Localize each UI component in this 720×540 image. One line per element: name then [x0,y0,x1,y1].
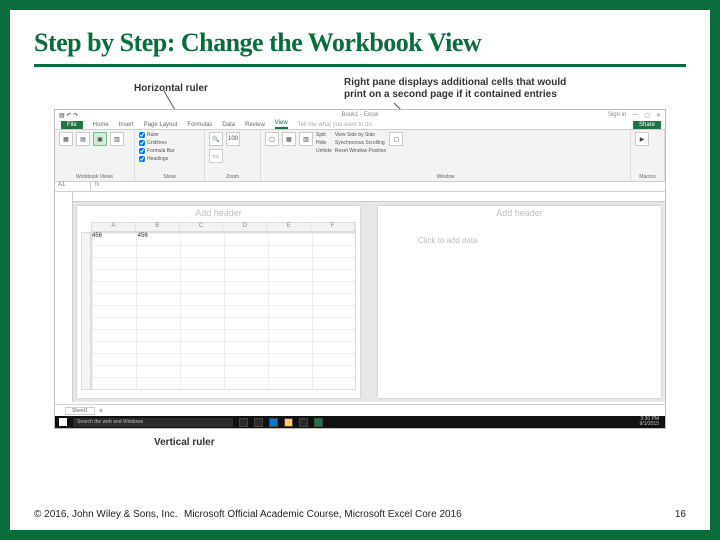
column-headers: A B C D E F [91,222,356,232]
group-window: Window [265,174,626,180]
callout-right-pane: Right pane displays additional cells tha… [344,77,574,100]
tab-view[interactable]: View [275,120,288,129]
add-header-placeholder[interactable]: Add header [77,208,360,218]
pagelayout-view-button[interactable]: ▣ [93,132,107,146]
start-button[interactable] [59,418,67,426]
add-sheet-button[interactable]: ⊕ [99,408,103,414]
row-headers [81,232,91,390]
minimize-icon[interactable]: — [632,112,638,119]
col-d[interactable]: D [223,223,267,231]
group-macros: Macros [635,174,660,180]
custom-views-button[interactable]: ▥ [110,132,124,146]
unhide-button[interactable]: Unhide [316,148,332,154]
tab-pagelayout[interactable]: Page Layout [144,122,178,129]
group-workbook-views: Workbook Views [59,174,130,180]
title-rule [34,64,686,67]
pagebreak-view-button[interactable]: ▤ [76,132,90,146]
group-zoom: Zoom [209,174,256,180]
macros-button[interactable]: ▶ [635,132,649,146]
group-show: Show [139,174,200,180]
callout-vertical-ruler: Vertical ruler [34,437,686,448]
tab-insert[interactable]: Insert [119,122,134,129]
add-header-placeholder-2[interactable]: Add header [378,208,661,218]
chk-headings[interactable]: Headings [139,156,200,162]
edge-icon[interactable] [269,418,278,427]
slide-footer: © 2016, John Wiley & Sons, Inc. Microsof… [34,509,686,520]
new-window-button[interactable]: ▢ [265,132,279,146]
workbook-filename: Book1 - Excel [341,112,378,118]
tell-me[interactable]: Tell me what you want to do [298,122,372,129]
excel-titlebar: ▤ ↶ ↷ Book1 - Excel Sign in — ▢ ✕ [55,110,665,120]
name-box[interactable]: A1 [55,182,91,191]
footer-page: 16 [656,509,686,520]
sync-scroll-button[interactable]: Synchronous Scrolling [335,140,386,146]
tab-home[interactable]: Home [93,122,109,129]
ribbon-tabs: File Home Insert Page Layout Formulas Da… [55,120,665,130]
status-bar: Sheet1 ⊕ [55,404,665,416]
page-1[interactable]: Add header A B C D E F [77,206,360,398]
col-a[interactable]: A [92,223,136,231]
maximize-icon[interactable]: ▢ [644,112,650,119]
taskbar-search[interactable]: Search the web and Windows [73,418,233,427]
cell-grid[interactable] [91,232,356,390]
tab-file[interactable]: File [61,121,83,129]
col-e[interactable]: E [267,223,311,231]
fx-label: fx [91,182,100,191]
excel-window: ▤ ↶ ↷ Book1 - Excel Sign in — ▢ ✕ File H… [54,109,666,429]
zoom-100-button[interactable]: 100 [226,132,240,146]
col-c[interactable]: C [180,223,224,231]
col-f[interactable]: F [311,223,355,231]
click-to-add-data[interactable]: Click to add data [418,236,478,245]
footer-copyright: © 2016, John Wiley & Sons, Inc. [34,509,184,520]
page-2[interactable]: Add header Click to add data [378,206,661,398]
reset-window-button[interactable]: Reset Window Position [335,148,386,154]
arrange-all-button[interactable]: ▦ [282,132,296,146]
tab-formulas[interactable]: Formulas [187,122,212,129]
callout-horizontal-ruler: Horizontal ruler [134,83,208,95]
sheet-tab[interactable]: Sheet1 [65,407,95,415]
store-icon[interactable] [299,418,308,427]
taskview-icon[interactable] [254,418,263,427]
quick-access-icon: ▤ ↶ ↷ [59,112,78,119]
worksheet-area: Add header A B C D E F [55,192,665,402]
split-button[interactable]: Split [316,132,332,138]
freeze-panes-button[interactable]: ▥ [299,132,313,146]
windows-taskbar: Search the web and Windows 3:30 PM 9/1/2… [55,416,665,428]
zoom-button[interactable]: 🔍 [209,132,223,146]
tab-review[interactable]: Review [245,122,265,129]
horizontal-ruler [73,192,665,202]
close-icon[interactable]: ✕ [656,112,661,119]
footer-course: Microsoft Official Academic Course, Micr… [184,509,656,520]
view-sidebyside-button[interactable]: View Side by Side [335,132,386,138]
chk-formulabar[interactable]: Formula Bar [139,148,200,154]
slide-title: Step by Step: Change the Workbook View [34,28,686,58]
col-b[interactable]: B [136,223,180,231]
explorer-icon[interactable] [284,418,293,427]
chk-ruler[interactable]: Ruler [139,132,200,138]
share-button[interactable]: Share [633,121,661,129]
signin-link[interactable]: Sign in [608,112,626,119]
excel-taskbar-icon[interactable] [314,418,323,427]
vertical-ruler [55,192,73,402]
ribbon: ▦ ▤ ▣ ▥ Workbook Views Ruler Gridlines F… [55,130,665,182]
cortana-icon[interactable] [239,418,248,427]
taskbar-clock[interactable]: 3:30 PM 9/1/2015 [640,417,661,427]
screenshot: ▤ ↶ ↷ Book1 - Excel Sign in — ▢ ✕ File H… [54,109,666,429]
switch-windows-button[interactable]: ▢ [389,132,403,146]
hide-button[interactable]: Hide [316,140,332,146]
chk-gridlines[interactable]: Gridlines [139,140,200,146]
formula-bar: A1 fx [55,182,665,192]
normal-view-button[interactable]: ▦ [59,132,73,146]
zoom-selection-button[interactable]: ▭ [209,149,223,163]
tab-data[interactable]: Data [222,122,235,129]
sample-data: 456 456 [92,233,182,239]
